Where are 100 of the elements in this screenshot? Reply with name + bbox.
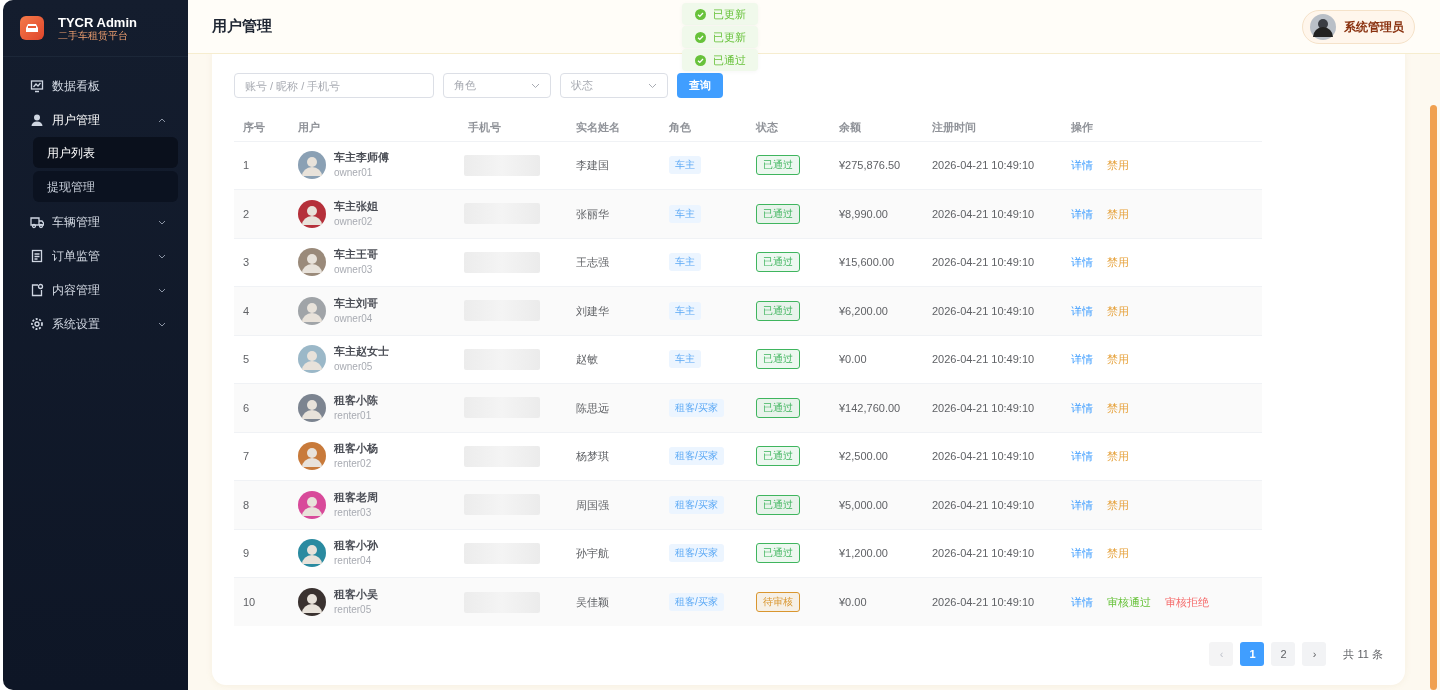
- role-tag: 租客/买家: [669, 495, 724, 514]
- search-field[interactable]: 账号 / 昵称 / 手机号: [234, 73, 434, 98]
- user-name: 车主赵女士: [334, 344, 389, 360]
- status-tag: 已通过: [756, 397, 800, 418]
- status-tag: 已通过: [756, 252, 800, 273]
- status-tag: 待审核: [756, 592, 800, 612]
- detail-link[interactable]: 详情: [1071, 205, 1093, 222]
- sidebar-item[interactable]: 系统设置: [3, 307, 188, 341]
- document-icon: [30, 249, 44, 263]
- chevron-down-icon: [158, 253, 166, 259]
- disable-link[interactable]: 禁用: [1107, 496, 1129, 513]
- real-name: 李建国: [576, 159, 609, 171]
- disable-link[interactable]: 禁用: [1107, 302, 1129, 319]
- avatar-icon: [298, 345, 326, 374]
- role-tag: 车主: [669, 350, 701, 369]
- real-name: 周国强: [576, 498, 609, 511]
- page-button[interactable]: 2: [1271, 642, 1296, 666]
- real-name: 吴佳颖: [576, 595, 609, 608]
- sidebar-item[interactable]: 订单监管: [3, 239, 188, 273]
- status-tag: 已通过: [756, 155, 800, 176]
- submenu-item[interactable]: 提现管理: [33, 171, 178, 202]
- page-button[interactable]: 1: [1240, 642, 1265, 666]
- detail-link[interactable]: 详情: [1071, 545, 1093, 562]
- success-icon: [695, 8, 706, 20]
- disable-link[interactable]: 禁用: [1107, 448, 1129, 465]
- status-toast: 已更新: [682, 3, 758, 25]
- detail-link[interactable]: 详情: [1071, 254, 1093, 271]
- approve-link[interactable]: 审核通过: [1107, 593, 1151, 611]
- registered-time: 2026-04-21 10:49:10: [932, 353, 1035, 365]
- real-name: 刘建华: [576, 304, 609, 317]
- role-tag: 租客/买家: [669, 398, 724, 417]
- row-index: 2: [243, 207, 250, 220]
- query-button[interactable]: 查询: [677, 73, 723, 98]
- user-menu[interactable]: 系统管理员: [1302, 9, 1415, 44]
- next-page-button[interactable]: ›: [1302, 642, 1327, 666]
- user-name: 租客小陈: [334, 392, 378, 408]
- registered-time: 2026-04-21 10:49:10: [932, 256, 1035, 268]
- balance: ¥142,760.00: [839, 401, 901, 414]
- disable-link[interactable]: 禁用: [1107, 205, 1129, 222]
- user-account: renter04: [334, 554, 373, 569]
- avatar-icon: [298, 588, 326, 616]
- registered-time: 2026-04-21 10:49:10: [932, 595, 1035, 608]
- user-icon: [30, 113, 44, 127]
- status-tag: 已通过: [756, 349, 800, 370]
- detail-link[interactable]: 详情: [1071, 448, 1093, 465]
- detail-link[interactable]: 详情: [1071, 593, 1093, 611]
- sidebar-item[interactable]: 用户管理: [3, 103, 188, 137]
- user-name: 车主张姐: [334, 198, 378, 214]
- disable-link[interactable]: 禁用: [1107, 157, 1129, 174]
- avatar-icon: [298, 248, 326, 277]
- car-logo-icon: [20, 16, 44, 40]
- truck-icon: [30, 215, 44, 229]
- registered-time: 2026-04-21 10:49:10: [932, 401, 1035, 414]
- status-toast: 已通过: [682, 49, 758, 71]
- user-account: renter05: [334, 603, 373, 617]
- submenu-item[interactable]: 用户列表: [33, 137, 178, 168]
- status-tag: 已通过: [756, 300, 800, 321]
- registered-time: 2026-04-21 10:49:10: [932, 450, 1035, 462]
- role-tag: 车主: [669, 301, 701, 320]
- detail-link[interactable]: 详情: [1071, 302, 1093, 319]
- disable-link[interactable]: 禁用: [1107, 545, 1129, 562]
- disable-link[interactable]: 禁用: [1107, 254, 1129, 271]
- sidebar-item[interactable]: 车辆管理: [3, 205, 188, 239]
- detail-link[interactable]: 详情: [1071, 399, 1093, 416]
- real-name: 赵敏: [576, 353, 598, 365]
- column-header: 注册时间: [931, 113, 1070, 141]
- row-index: 9: [243, 547, 250, 559]
- role-tag: 车主: [669, 253, 701, 272]
- detail-link[interactable]: 详情: [1071, 351, 1093, 368]
- disable-link[interactable]: 禁用: [1107, 351, 1129, 368]
- user-name: 车主李师傅: [334, 150, 389, 166]
- registered-time: 2026-04-21 10:49:10: [932, 547, 1035, 559]
- detail-link[interactable]: 详情: [1071, 157, 1093, 174]
- row-index: 7: [243, 450, 250, 462]
- column-header: 状态: [755, 113, 838, 141]
- chevron-up-icon: [158, 117, 166, 123]
- column-header: 序号: [234, 113, 297, 141]
- user-account: owner02: [334, 214, 374, 229]
- status-tag: 已通过: [756, 203, 800, 224]
- sidebar-item[interactable]: 数据看板: [3, 69, 188, 103]
- row-index: 3: [243, 256, 250, 268]
- sidebar-item[interactable]: 内容管理: [3, 273, 188, 307]
- role-tag: 租客/买家: [669, 447, 724, 466]
- balance: ¥2,500.00: [839, 450, 888, 462]
- reject-link[interactable]: 审核拒绝: [1165, 593, 1209, 611]
- column-header: 余额: [838, 113, 931, 141]
- disable-link[interactable]: 禁用: [1107, 399, 1129, 416]
- detail-link[interactable]: 详情: [1071, 496, 1093, 513]
- user-account: owner03: [334, 263, 374, 278]
- registered-time: 2026-04-21 10:49:10: [932, 304, 1035, 317]
- chart-icon: [30, 79, 44, 93]
- chevron-down-icon: [531, 82, 540, 89]
- user-name: 租客小杨: [334, 441, 378, 457]
- chevron-down-icon: [158, 321, 166, 327]
- column-header: 操作: [1070, 113, 1262, 141]
- chevron-down-icon: [158, 219, 166, 225]
- scrollbar-thumb[interactable]: [1430, 105, 1437, 690]
- status-select[interactable]: 状态: [560, 73, 668, 98]
- real-name: 杨梦琪: [576, 450, 609, 462]
- role-select[interactable]: 角色: [443, 73, 551, 98]
